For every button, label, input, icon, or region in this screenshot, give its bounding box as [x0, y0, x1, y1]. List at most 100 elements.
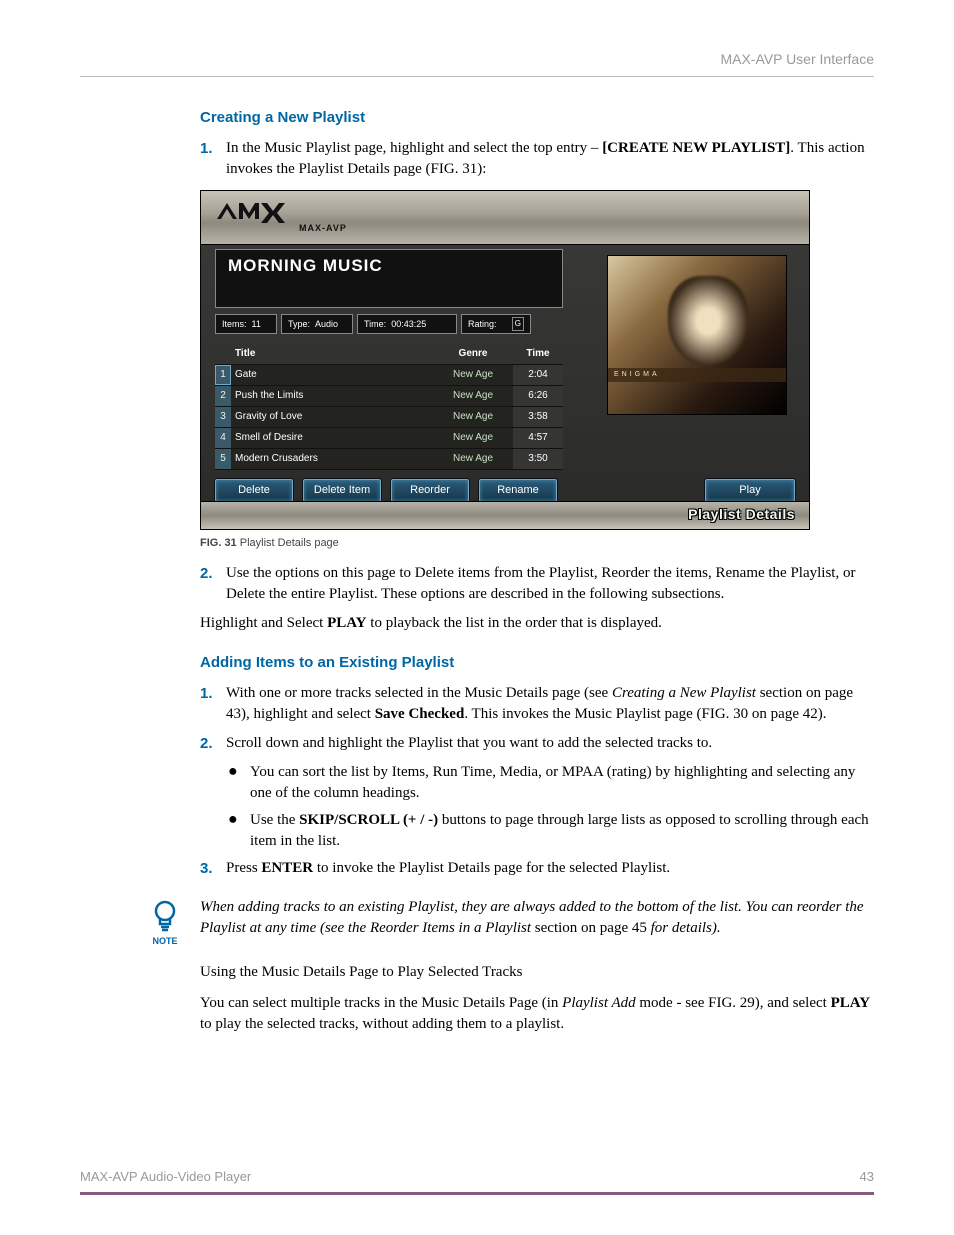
text: Highlight and Select — [200, 615, 327, 631]
album-art: ENIGMA — [607, 255, 787, 415]
track-table: Title Genre Time 1 Gate New Age 2:04 — [215, 344, 563, 470]
col-genre: Genre — [433, 344, 513, 365]
note-label: NOTE — [140, 935, 190, 948]
top-bar: MAX-AVP — [201, 191, 809, 245]
ol-number: 2. — [200, 733, 226, 754]
text: to play the selected tracks, without add… — [200, 1016, 564, 1032]
cell: 4:57 — [513, 427, 563, 448]
label: Rating: — [468, 318, 497, 331]
text: Press — [226, 860, 261, 876]
play-button[interactable]: Play — [705, 479, 795, 502]
cell: New Age — [433, 364, 513, 385]
cell: Modern Crusaders — [231, 448, 433, 469]
step-3-add: 3. Press ENTER to invoke the Playlist De… — [200, 858, 874, 879]
heading-creating-playlist: Creating a New Playlist — [200, 107, 874, 128]
step-2-add: 2. Scroll down and highlight the Playlis… — [200, 733, 874, 754]
table-row[interactable]: 5 Modern Crusaders New Age 3:50 — [215, 448, 563, 469]
value: Audio — [315, 318, 338, 331]
figure-screenshot: MAX-AVP MORNING MUSIC Items: 11 Type: Au… — [200, 190, 810, 530]
text-italic: Playlist Add — [562, 995, 635, 1011]
fig-label: FIG. 31 — [200, 537, 237, 549]
cell: New Age — [433, 427, 513, 448]
album-strip-text: ENIGMA — [608, 368, 786, 382]
text-bold: SKIP/SCROLL (+ / -) — [299, 812, 438, 828]
ol-number: 2. — [200, 563, 226, 605]
bullet-skip: ● Use the SKIP/SCROLL (+ / -) buttons to… — [228, 810, 874, 852]
playlist-title-box: MORNING MUSIC — [215, 249, 563, 309]
text-italic: Creating a New Playlist — [612, 685, 756, 701]
note-icon: NOTE — [140, 897, 190, 948]
text: You can sort the list by Items, Run Time… — [250, 762, 874, 804]
page-footer: MAX-AVP Audio-Video Player 43 — [80, 1168, 874, 1195]
col-num — [215, 344, 231, 365]
bullet-icon: ● — [228, 762, 250, 804]
step-1-create: 1. In the Music Playlist page, highlight… — [200, 138, 874, 180]
text-bold: PLAY — [831, 995, 870, 1011]
heading-adding-items: Adding Items to an Existing Playlist — [200, 652, 874, 673]
rating-badge: G — [512, 317, 524, 330]
step-1-add: 1. With one or more tracks selected in t… — [200, 683, 874, 725]
cell: New Age — [433, 406, 513, 427]
delete-item-button[interactable]: Delete Item — [303, 479, 381, 502]
cell: Push the Limits — [231, 385, 433, 406]
text: With one or more tracks selected in the … — [226, 685, 612, 701]
delete-button[interactable]: Delete — [215, 479, 293, 502]
table-row[interactable]: 2 Push the Limits New Age 6:26 — [215, 385, 563, 406]
amx-logo: MAX-AVP — [215, 199, 347, 235]
note-block: NOTE When adding tracks to an existing P… — [140, 897, 874, 948]
text: . This invokes the Music Playlist page (… — [464, 706, 826, 722]
ol-number: 1. — [200, 683, 226, 725]
label: Type: — [288, 318, 310, 331]
cell: 5 — [215, 448, 231, 469]
text: section on page 45 — [531, 920, 651, 936]
text: mode - see FIG. 29), and select — [636, 995, 831, 1011]
ol-number: 1. — [200, 138, 226, 180]
subheading-using-details: Using the Music Details Page to Play Sel… — [200, 962, 874, 983]
cell: 3 — [215, 406, 231, 427]
text-bold: Save Checked — [375, 706, 465, 722]
stat-type: Type: Audio — [281, 314, 353, 333]
stat-items: Items: 11 — [215, 314, 277, 333]
text: Use the options on this page to Delete i… — [226, 563, 874, 605]
footer-left: MAX-AVP Audio-Video Player — [80, 1168, 251, 1186]
ol-number: 3. — [200, 858, 226, 879]
table-row[interactable]: 3 Gravity of Love New Age 3:58 — [215, 406, 563, 427]
cell: 3:58 — [513, 406, 563, 427]
bullet-icon: ● — [228, 810, 250, 852]
reorder-button[interactable]: Reorder — [391, 479, 469, 502]
text: Scroll down and highlight the Playlist t… — [226, 733, 874, 754]
text-bold: ENTER — [261, 860, 313, 876]
text-bold: PLAY — [327, 615, 366, 631]
col-time: Time — [513, 344, 563, 365]
cell: Gate — [231, 364, 433, 385]
value: 11 — [252, 318, 261, 331]
cell: 2 — [215, 385, 231, 406]
rename-button[interactable]: Rename — [479, 479, 557, 502]
table-header-row: Title Genre Time — [215, 344, 563, 365]
label: Time: — [364, 318, 386, 331]
bullet-sort: ● You can sort the list by Items, Run Ti… — [228, 762, 874, 804]
cell: 3:50 — [513, 448, 563, 469]
text: In the Music Playlist page, highlight an… — [226, 140, 602, 156]
text: Use the — [250, 812, 299, 828]
cell: 6:26 — [513, 385, 563, 406]
breadcrumb: Playlist Details — [688, 505, 795, 525]
cell: New Age — [433, 385, 513, 406]
stat-rating: Rating: G — [461, 314, 531, 333]
table-row[interactable]: 1 Gate New Age 2:04 — [215, 364, 563, 385]
cell: Gravity of Love — [231, 406, 433, 427]
text: to playback the list in the order that i… — [367, 615, 662, 631]
cell: Smell of Desire — [231, 427, 433, 448]
text: to invoke the Playlist Details page for … — [313, 860, 670, 876]
logo-subtext: MAX-AVP — [299, 222, 347, 235]
stat-time: Time: 00:43:25 — [357, 314, 457, 333]
table-row[interactable]: 4 Smell of Desire New Age 4:57 — [215, 427, 563, 448]
header-section: MAX-AVP User Interface — [80, 50, 874, 77]
col-title: Title — [231, 344, 433, 365]
cell: 2:04 — [513, 364, 563, 385]
cell: 1 — [215, 364, 231, 385]
page-number: 43 — [860, 1168, 874, 1186]
text-italic: for details). — [651, 920, 721, 936]
note-text: When adding tracks to an existing Playli… — [200, 897, 874, 939]
figure-caption: FIG. 31 Playlist Details page — [200, 536, 874, 551]
